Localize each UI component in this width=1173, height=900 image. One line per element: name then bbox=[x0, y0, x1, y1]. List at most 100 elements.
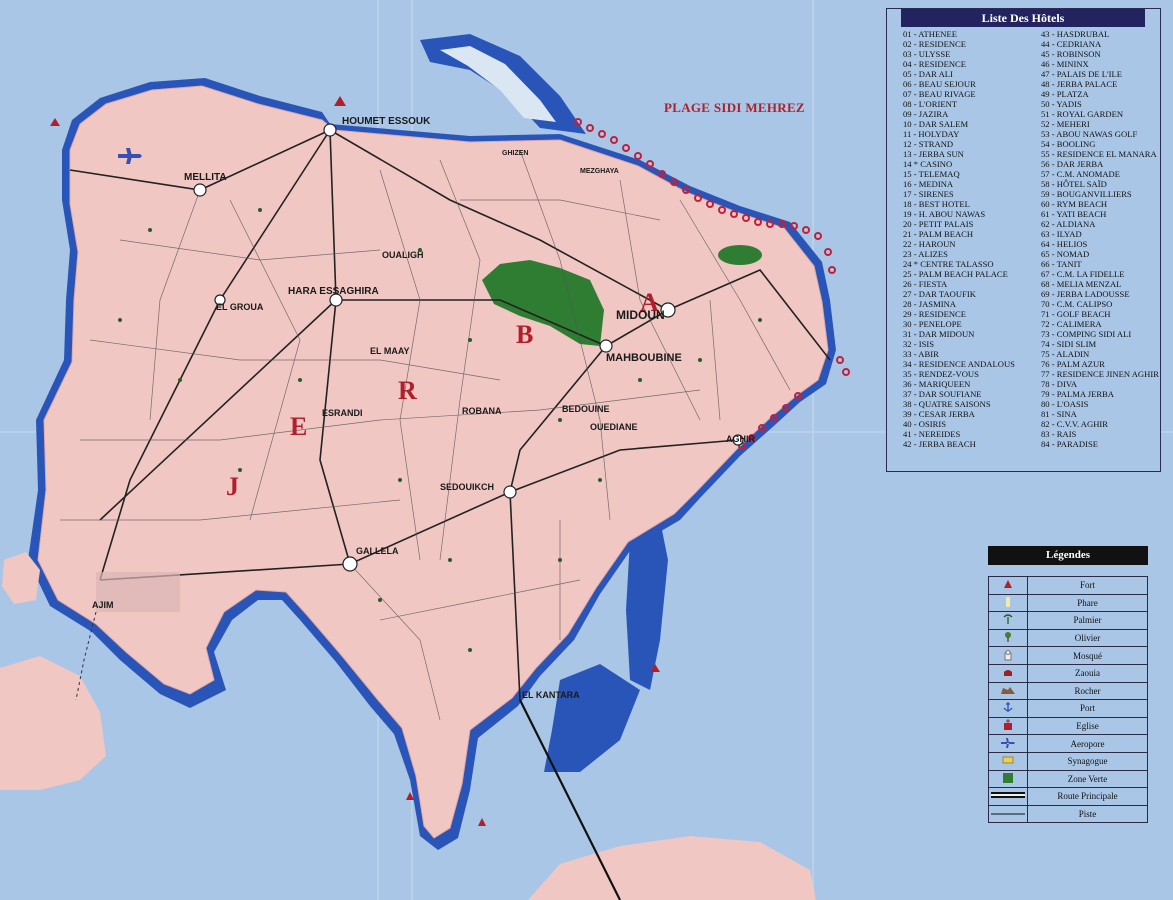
hotel-list-panel: Liste Des Hôtels 01 - ATHENEE 02 - RESIDE… bbox=[886, 8, 1161, 472]
hotel-list-item: 47 - PALAIS DE L'ILE bbox=[1041, 69, 1122, 79]
hotel-list-item: 32 - ISIS bbox=[903, 339, 935, 349]
town-label: EL GROUA bbox=[216, 302, 264, 312]
hotel-list-item: 08 - L'ORIENT bbox=[903, 99, 958, 109]
hotel-list-item: 54 - BOOLING bbox=[1041, 139, 1096, 149]
palm-icon bbox=[988, 611, 1028, 630]
hotel-list-item: 49 - PLATZA bbox=[1041, 89, 1089, 99]
rock-icon bbox=[988, 681, 1028, 701]
legend-label: Synagogue bbox=[1027, 751, 1148, 771]
anchor-icon bbox=[988, 699, 1028, 718]
hotel-list-item: 58 - HÔTEL SAÏD bbox=[1041, 179, 1107, 189]
hotel-list-item: 45 - ROBINSON bbox=[1041, 49, 1101, 59]
town-label: AJIM bbox=[92, 600, 114, 610]
town-label: GHIZEN bbox=[502, 150, 529, 157]
hotel-list-item: 25 - PALM BEACH PALACE bbox=[903, 269, 1008, 279]
fort-icon bbox=[988, 576, 1028, 595]
town-label: GALLELA bbox=[356, 546, 399, 556]
hotel-list-item: 39 - CESAR JERBA bbox=[903, 409, 975, 419]
hotel-list-item: 57 - C.M. ANOMADE bbox=[1041, 169, 1121, 179]
hotel-list-item: 74 - SIDI SLIM bbox=[1041, 339, 1097, 349]
legend-label: Fort bbox=[1027, 576, 1148, 595]
hotel-list-item: 59 - BOUGANVILLIERS bbox=[1041, 189, 1132, 199]
legend-row: Synagogue bbox=[988, 751, 1148, 771]
legend-row: Port bbox=[988, 699, 1148, 718]
hotel-list-item: 34 - RESIDENCE ANDALOUS bbox=[903, 359, 1015, 369]
zaouia-icon bbox=[988, 663, 1028, 683]
hotel-list-item: 83 - RAIS bbox=[1041, 429, 1077, 439]
hotel-list-item: 41 - NEREIDES bbox=[903, 429, 961, 439]
hotel-list-column-1: 01 - ATHENEE 02 - RESIDENCE 03 - ULYSSE 04 … bbox=[903, 29, 1015, 449]
legend-row: Piste bbox=[988, 804, 1148, 824]
hotel-list-item: 79 - PALMA JERBA bbox=[1041, 389, 1114, 399]
legend-row: Route Principale bbox=[988, 787, 1148, 806]
legend-row: Fort bbox=[988, 576, 1148, 595]
hotel-list-item: 69 - JERBA LADOUSSE bbox=[1041, 289, 1130, 299]
legend-label: Zone Verte bbox=[1027, 769, 1148, 789]
legend-label: Route Principale bbox=[1027, 787, 1148, 806]
hotel-list-item: 13 - JERBA SUN bbox=[903, 149, 964, 159]
hotel-list-item: 46 - MININX bbox=[1041, 59, 1089, 69]
hotel-list-item: 37 - DAR SOUFIANE bbox=[903, 389, 982, 399]
hotel-list-item: 06 - BEAU SEJOUR bbox=[903, 79, 976, 89]
hotel-list-item: 62 - ALDIANA bbox=[1041, 219, 1096, 229]
hotel-list-item: 21 - PALM BEACH bbox=[903, 229, 974, 239]
island-letter-j: J bbox=[226, 472, 239, 501]
town-label: MIDOUN bbox=[616, 308, 665, 322]
hotel-list-column-2: 43 - HASDRUBAL 44 - CEDRIANA 45 - ROBINSON… bbox=[1041, 29, 1159, 449]
island-letter-b: B bbox=[516, 320, 534, 349]
lighthouse-icon bbox=[988, 593, 1028, 613]
hotel-list-item: 12 - STRAND bbox=[903, 139, 954, 149]
hotel-list-item: 29 - RESIDENCE bbox=[903, 309, 967, 319]
town-label: MELLITA bbox=[184, 172, 227, 183]
hotel-list-item: 17 - SIRENES bbox=[903, 189, 954, 199]
hotel-list-item: 22 - HAROUN bbox=[903, 239, 956, 249]
olive-tree-icon bbox=[988, 628, 1028, 648]
town-label: BEDOUINE bbox=[562, 404, 610, 414]
town-label: HARA ESSAGHIRA bbox=[288, 286, 379, 297]
legend-row: Zaouia bbox=[988, 663, 1148, 683]
legend-row: Eglise bbox=[988, 716, 1148, 736]
hotel-list-item: 52 - MEHERI bbox=[1041, 119, 1090, 129]
town-label: AGHIR bbox=[726, 434, 755, 444]
hotel-list-item: 70 - C.M. CALIPSO bbox=[1041, 299, 1113, 309]
hotel-list-item: 77 - RESIDENCE JINEN AGHIR bbox=[1041, 369, 1159, 379]
hotel-list-item: 20 - PETIT PALAIS bbox=[903, 219, 974, 229]
town-label: SEDOUIKCH bbox=[440, 482, 495, 492]
hotel-list-item: 73 - COMPING SIDI ALI bbox=[1041, 329, 1132, 339]
town-label: MEZGHAYA bbox=[580, 168, 619, 175]
town-label: MAHBOUBINE bbox=[606, 352, 682, 364]
island-letter-r: R bbox=[398, 376, 417, 405]
beach-label: PLAGE SIDI MEHREZ bbox=[664, 100, 805, 115]
hotel-list-item: 63 - ILYAD bbox=[1041, 229, 1082, 239]
hotel-list-item: 16 - MEDINA bbox=[903, 179, 954, 189]
hotel-list-item: 33 - ABIR bbox=[903, 349, 939, 359]
hotel-list-item: 23 - ALIZES bbox=[903, 249, 948, 259]
hotel-list-item: 40 - OSIRIS bbox=[903, 419, 946, 429]
legend-row: Rocher bbox=[988, 681, 1148, 701]
hotel-list-item: 56 - DAR JERBA bbox=[1041, 159, 1104, 169]
town-label: OUEDIANE bbox=[590, 422, 638, 432]
town-label: EL KANTARA bbox=[522, 690, 580, 700]
airplane-icon bbox=[988, 734, 1028, 753]
hotel-list-item: 44 - CEDRIANA bbox=[1041, 39, 1102, 49]
hotel-list-item: 10 - DAR SALEM bbox=[903, 119, 969, 129]
synagogue-icon bbox=[988, 751, 1028, 771]
legend-label: Olivier bbox=[1027, 628, 1148, 648]
hotel-list-item: 01 - ATHENEE bbox=[903, 29, 957, 39]
hotel-list-item: 50 - YADIS bbox=[1041, 99, 1082, 109]
legend-label: Zaouia bbox=[1027, 663, 1148, 683]
hotel-list-item: 03 - ULYSSE bbox=[903, 49, 951, 59]
legend-label: Port bbox=[1027, 699, 1148, 718]
hotel-list-item: 78 - DIVA bbox=[1041, 379, 1078, 389]
hotel-list-item: 43 - HASDRUBAL bbox=[1041, 29, 1110, 39]
hotel-list-item: 24 * CENTRE TALASSO bbox=[903, 259, 994, 269]
green-zone-icon bbox=[988, 769, 1028, 789]
hotel-list-item: 02 - RESIDENCE bbox=[903, 39, 967, 49]
legend-row: Palmier bbox=[988, 611, 1148, 630]
legend-label: Piste bbox=[1027, 804, 1148, 824]
map-stage: PLAGE SIDI MEHREZ J E R B A HOUMET ESSOU… bbox=[0, 0, 1173, 900]
church-icon bbox=[988, 716, 1028, 736]
hotel-list-item: 66 - TANIT bbox=[1041, 259, 1082, 269]
town-label: ROBANA bbox=[462, 406, 502, 416]
hotel-list-item: 61 - YATI BEACH bbox=[1041, 209, 1107, 219]
